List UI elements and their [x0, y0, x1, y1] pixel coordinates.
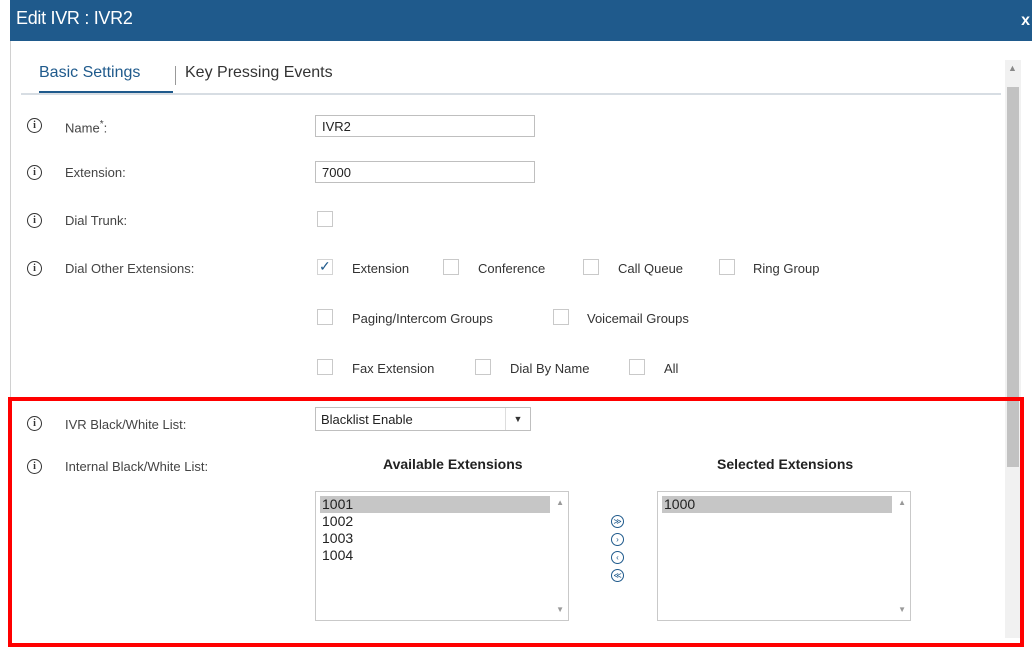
available-extensions-list[interactable]: 1001 1002 1003 1004 ▲ ▼	[315, 491, 569, 621]
ivr-black-white-list-select[interactable]: Blacklist Enable ▼	[315, 407, 531, 431]
dial-by-name-option-label: Dial By Name	[510, 361, 590, 376]
voicemail-groups-checkbox[interactable]	[553, 309, 569, 325]
paging-intercom-checkbox[interactable]	[317, 309, 333, 325]
conference-checkbox[interactable]	[443, 259, 459, 275]
checkmark-icon: ✓	[319, 258, 331, 274]
call-queue-checkbox[interactable]	[583, 259, 599, 275]
ring-group-checkbox[interactable]	[719, 259, 735, 275]
tab-bar: Basic Settings Key Pressing Events	[21, 63, 1001, 95]
voicemail-groups-option-label: Voicemail Groups	[587, 311, 689, 326]
dropdown-arrow-icon[interactable]: ▼	[505, 408, 530, 430]
all-checkbox[interactable]	[629, 359, 645, 375]
conference-option-label: Conference	[478, 261, 546, 276]
extension-checkbox[interactable]: ✓	[317, 258, 333, 275]
dialog-title-bar: Edit IVR : IVR2 x	[10, 0, 1032, 41]
move-all-right-button[interactable]: ≫	[611, 515, 624, 528]
select-value: Blacklist Enable	[321, 412, 413, 427]
internal-black-white-list-label: Internal Black/White List:	[65, 459, 209, 474]
all-option-label: All	[664, 361, 679, 376]
dial-other-extensions-label: Dial Other Extensions:	[65, 261, 195, 276]
move-right-button[interactable]: ›	[611, 533, 624, 546]
info-icon[interactable]: i	[27, 165, 42, 180]
move-all-left-button[interactable]: ≪	[611, 569, 624, 582]
tab-basic-settings[interactable]: Basic Settings	[39, 64, 140, 82]
fax-extension-option-label: Fax Extension	[352, 361, 435, 376]
list-item[interactable]: 1002	[320, 513, 550, 530]
dialog-body: Basic Settings Key Pressing Events i Nam…	[10, 41, 1032, 638]
scroll-down-icon[interactable]: ▼	[556, 605, 564, 614]
tab-divider	[175, 66, 176, 85]
tab-key-pressing-events[interactable]: Key Pressing Events	[185, 64, 333, 82]
info-icon[interactable]: i	[27, 118, 42, 133]
extension-label: Extension:	[65, 165, 126, 180]
vertical-scrollbar[interactable]: ▲	[1005, 60, 1021, 638]
ring-group-option-label: Ring Group	[753, 261, 820, 276]
list-item[interactable]: 1003	[320, 530, 550, 547]
list-item[interactable]: 1000	[662, 496, 892, 513]
active-tab-indicator	[39, 91, 173, 93]
extension-option-label: Extension	[352, 261, 410, 276]
extension-input[interactable]: 7000	[315, 161, 535, 183]
scrollbar-thumb[interactable]	[1007, 87, 1019, 467]
name-input[interactable]: IVR2	[315, 115, 535, 137]
info-icon[interactable]: i	[27, 261, 42, 276]
move-left-button[interactable]: ‹	[611, 551, 624, 564]
name-label: Name*:	[65, 119, 107, 135]
close-button[interactable]: x	[1021, 12, 1030, 30]
available-extensions-header: Available Extensions	[383, 456, 523, 472]
list-item[interactable]: 1001	[320, 496, 550, 513]
info-icon[interactable]: i	[27, 459, 42, 474]
call-queue-option-label: Call Queue	[618, 261, 684, 276]
scroll-up-icon[interactable]: ▲	[1008, 63, 1017, 73]
info-icon[interactable]: i	[27, 416, 42, 431]
dial-trunk-label: Dial Trunk:	[65, 213, 128, 228]
ivr-black-white-list-label: IVR Black/White List:	[65, 417, 187, 432]
paging-intercom-option-label: Paging/Intercom Groups	[352, 311, 493, 326]
dial-by-name-checkbox[interactable]	[475, 359, 491, 375]
name-label-text: Name	[65, 120, 100, 136]
list-item[interactable]: 1004	[320, 547, 550, 564]
dialog-title: Edit IVR : IVR2	[16, 8, 133, 28]
scroll-down-icon[interactable]: ▼	[898, 605, 906, 614]
fax-extension-checkbox[interactable]	[317, 359, 333, 375]
scroll-up-icon[interactable]: ▲	[898, 498, 906, 507]
info-icon[interactable]: i	[27, 213, 42, 228]
selected-extensions-list[interactable]: 1000 ▲ ▼	[657, 491, 911, 621]
scroll-up-icon[interactable]: ▲	[556, 498, 564, 507]
dial-trunk-checkbox[interactable]	[317, 211, 333, 227]
selected-extensions-header: Selected Extensions	[717, 456, 854, 472]
name-label-colon: :	[103, 120, 108, 136]
